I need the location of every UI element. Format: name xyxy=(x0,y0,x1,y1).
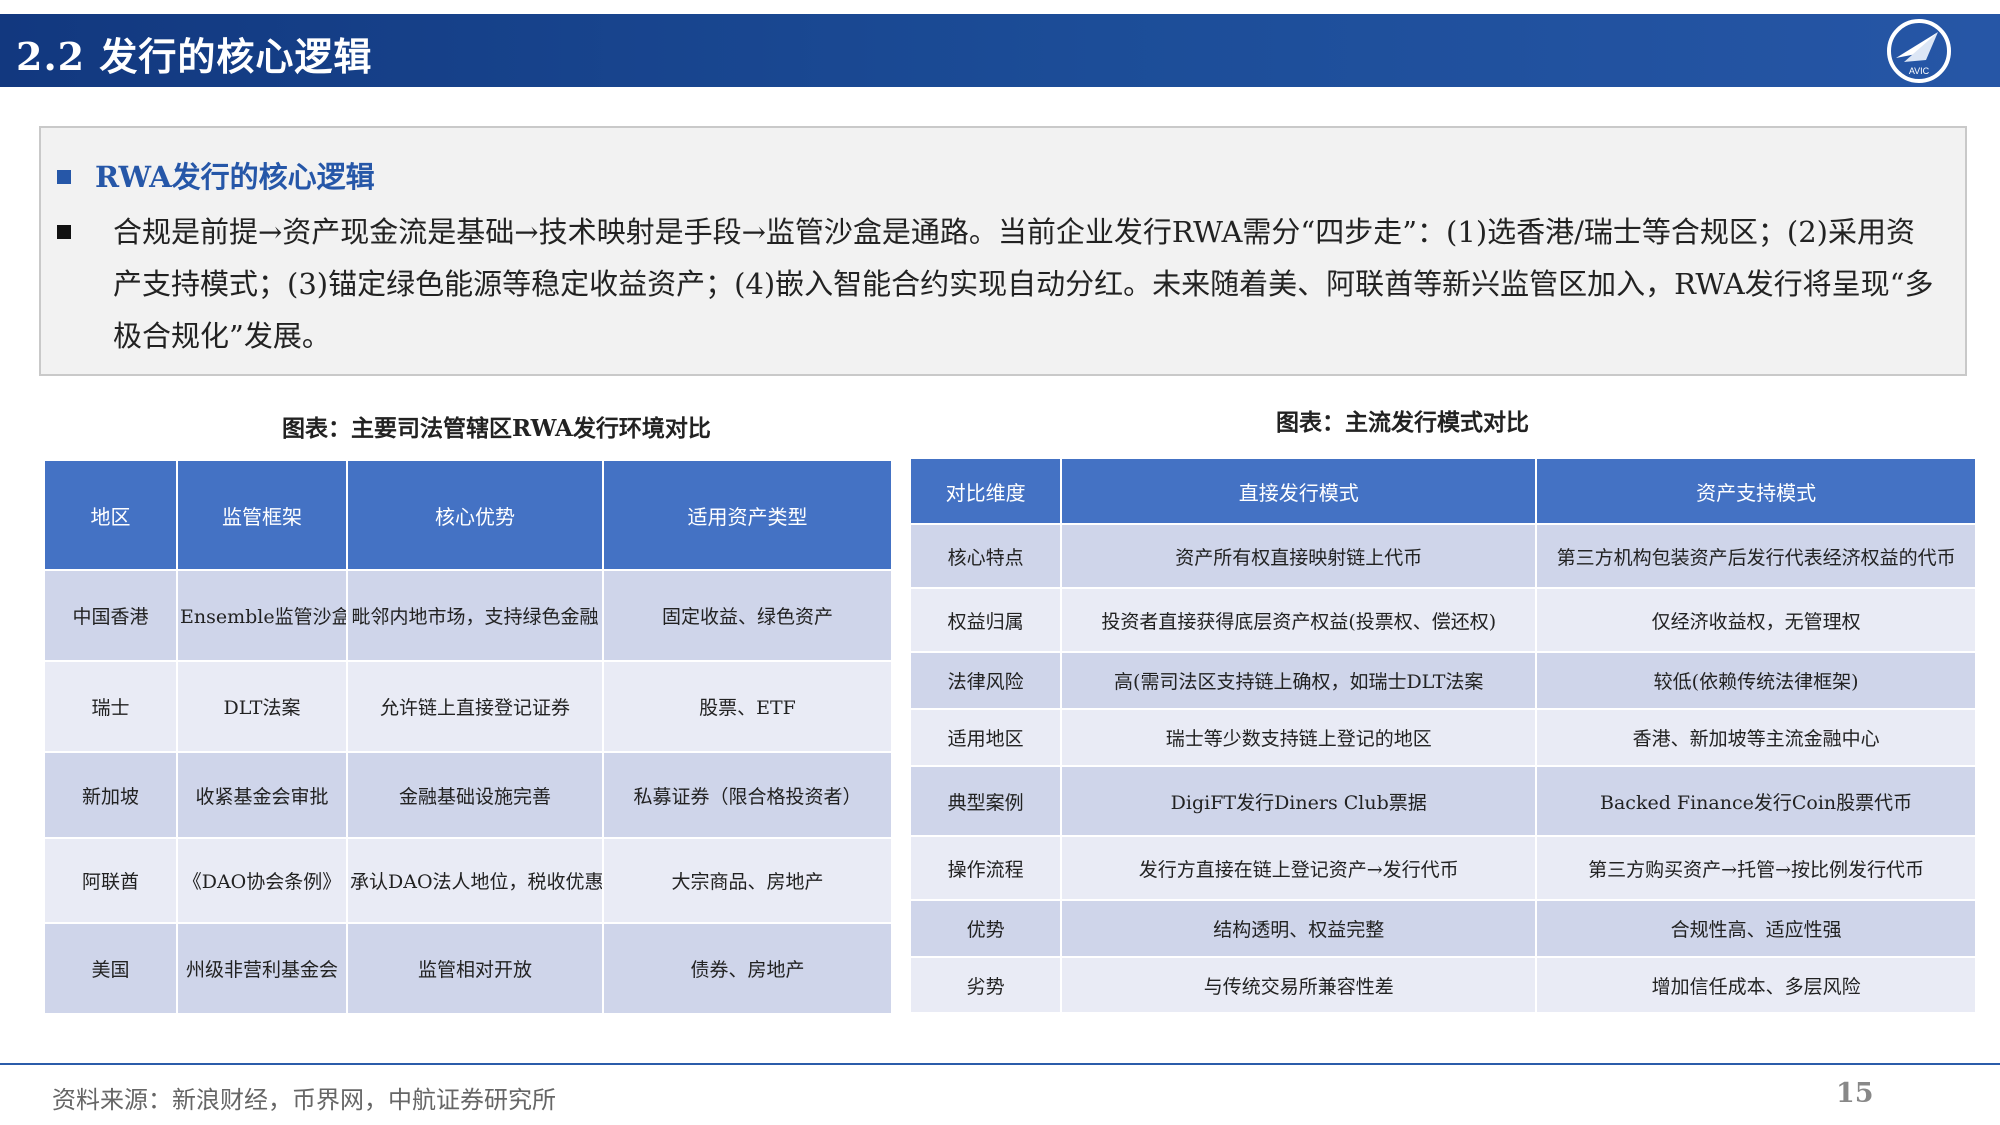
table-row: 新加坡 收紧基金会审批 金融基础设施完善 私募证券（限合格投资者） xyxy=(45,753,891,837)
table-row: 适用地区 瑞士等少数支持链上登记的地区 香港、新加坡等主流金融中心 xyxy=(911,710,1975,765)
jurisdiction-table: 地区 监管框架 核心优势 适用资产类型 中国香港 Ensemble监管沙盒 毗邻… xyxy=(43,459,893,1015)
table-row: 优势 结构透明、权益完整 合规性高、适应性强 xyxy=(911,901,1975,956)
table-cell: 适用地区 xyxy=(911,710,1061,765)
table-cell: 金融基础设施完善 xyxy=(348,753,602,837)
summary-box: RWA发行的核心逻辑 合规是前提→资产现金流是基础→技术映射是手段→监管沙盒是通… xyxy=(39,126,1967,376)
table-row: 瑞士 DLT法案 允许链上直接登记证券 股票、ETF xyxy=(45,662,891,751)
table-cell: 固定收益、绿色资产 xyxy=(604,571,891,660)
table-cell: 允许链上直接登记证券 xyxy=(348,662,602,751)
logo-text: AVIC xyxy=(1909,66,1930,76)
column-header: 对比维度 xyxy=(911,459,1061,523)
square-bullet-icon xyxy=(57,225,71,239)
page-title: 2.2 发行的核心逻辑 xyxy=(16,34,373,79)
table-cell: 第三方机构包装资产后发行代表经济权益的代币 xyxy=(1537,525,1975,587)
table-cell: 典型案例 xyxy=(911,767,1061,835)
column-header: 资产支持模式 xyxy=(1537,459,1975,523)
table-cell: 发行方直接在链上登记资产→发行代币 xyxy=(1062,837,1536,899)
header-bar: 2.2 发行的核心逻辑 AVIC xyxy=(0,14,2000,87)
page-number: 15 xyxy=(1836,1078,1874,1109)
table-cell: 承认DAO法人地位，税收优惠 xyxy=(348,839,602,922)
table-cell: 合规性高、适应性强 xyxy=(1537,901,1975,956)
table-row: 权益归属 投资者直接获得底层资产权益(投票权、偿还权) 仅经济收益权，无管理权 xyxy=(911,589,1975,651)
table-header-row: 对比维度 直接发行模式 资产支持模式 xyxy=(911,459,1975,523)
column-header: 监管框架 xyxy=(178,461,346,569)
table-cell: 《DAO协会条例》 xyxy=(178,839,346,922)
table-cell: 与传统交易所兼容性差 xyxy=(1062,958,1536,1012)
table-cell: 收紧基金会审批 xyxy=(178,753,346,837)
table-cell: 优势 xyxy=(911,901,1061,956)
column-header: 核心优势 xyxy=(348,461,602,569)
table-cell: 州级非营利基金会 xyxy=(178,924,346,1013)
table-cell: 权益归属 xyxy=(911,589,1061,651)
table-cell: 核心特点 xyxy=(911,525,1061,587)
table-row: 操作流程 发行方直接在链上登记资产→发行代币 第三方购买资产→托管→按比例发行代… xyxy=(911,837,1975,899)
table-cell: 较低(依赖传统法律框架) xyxy=(1537,653,1975,708)
table-cell: 大宗商品、房地产 xyxy=(604,839,891,922)
table-cell: DigiFT发行Diners Club票据 xyxy=(1062,767,1536,835)
footer-divider xyxy=(0,1063,2000,1065)
column-header: 地区 xyxy=(45,461,176,569)
table-cell: 投资者直接获得底层资产权益(投票权、偿还权) xyxy=(1062,589,1536,651)
table-cell: 阿联酋 xyxy=(45,839,176,922)
table-cell: 资产所有权直接映射链上代币 xyxy=(1062,525,1536,587)
table-cell: 瑞士 xyxy=(45,662,176,751)
table-cell: 私募证券（限合格投资者） xyxy=(604,753,891,837)
table-cell: Ensemble监管沙盒 xyxy=(178,571,346,660)
table-row: 法律风险 高(需司法区支持链上确权，如瑞士DLT法案 较低(依赖传统法律框架) xyxy=(911,653,1975,708)
table-cell: 美国 xyxy=(45,924,176,1013)
table-cell: 仅经济收益权，无管理权 xyxy=(1537,589,1975,651)
summary-paragraph-text: 合规是前提→资产现金流是基础→技术映射是手段→监管沙盒是通路。当前企业发行RWA… xyxy=(113,215,1934,353)
table-cell: 结构透明、权益完整 xyxy=(1062,901,1536,956)
table-cell: 操作流程 xyxy=(911,837,1061,899)
column-header: 适用资产类型 xyxy=(604,461,891,569)
table-cell: 中国香港 xyxy=(45,571,176,660)
summary-heading: RWA发行的核心逻辑 xyxy=(57,154,375,196)
table-row: 核心特点 资产所有权直接映射链上代币 第三方机构包装资产后发行代表经济权益的代币 xyxy=(911,525,1975,587)
table-row: 美国 州级非营利基金会 监管相对开放 债券、房地产 xyxy=(45,924,891,1013)
table-row: 中国香港 Ensemble监管沙盒 毗邻内地市场，支持绿色金融 固定收益、绿色资… xyxy=(45,571,891,660)
table-cell: Backed Finance发行Coin股票代币 xyxy=(1537,767,1975,835)
table-cell: 监管相对开放 xyxy=(348,924,602,1013)
table-cell: 债券、房地产 xyxy=(604,924,891,1013)
table-cell: 香港、新加坡等主流金融中心 xyxy=(1537,710,1975,765)
issuance-mode-table: 对比维度 直接发行模式 资产支持模式 核心特点 资产所有权直接映射链上代币 第三… xyxy=(909,457,1977,1014)
table-cell: 毗邻内地市场，支持绿色金融 xyxy=(348,571,602,660)
source-note: 资料来源：新浪财经，币界网，中航证券研究所 xyxy=(52,1086,556,1114)
table-cell: DLT法案 xyxy=(178,662,346,751)
summary-heading-text: RWA发行的核心逻辑 xyxy=(95,160,375,194)
column-header: 直接发行模式 xyxy=(1062,459,1536,523)
table-cell: 瑞士等少数支持链上登记的地区 xyxy=(1062,710,1536,765)
table-cell: 劣势 xyxy=(911,958,1061,1012)
table-row: 阿联酋 《DAO协会条例》 承认DAO法人地位，税收优惠 大宗商品、房地产 xyxy=(45,839,891,922)
table-cell: 第三方购买资产→托管→按比例发行代币 xyxy=(1537,837,1975,899)
table-cell: 增加信任成本、多层风险 xyxy=(1537,958,1975,1012)
right-table-caption: 图表：主流发行模式对比 xyxy=(1276,409,1529,436)
summary-paragraph: 合规是前提→资产现金流是基础→技术映射是手段→监管沙盒是通路。当前企业发行RWA… xyxy=(57,206,1937,362)
table-row: 劣势 与传统交易所兼容性差 增加信任成本、多层风险 xyxy=(911,958,1975,1012)
avic-logo-icon: AVIC xyxy=(1887,19,1951,83)
table-cell: 高(需司法区支持链上确权，如瑞士DLT法案 xyxy=(1062,653,1536,708)
table-header-row: 地区 监管框架 核心优势 适用资产类型 xyxy=(45,461,891,569)
table-row: 典型案例 DigiFT发行Diners Club票据 Backed Financ… xyxy=(911,767,1975,835)
table-cell: 股票、ETF xyxy=(604,662,891,751)
table-cell: 新加坡 xyxy=(45,753,176,837)
left-table-caption: 图表：主要司法管辖区RWA发行环境对比 xyxy=(282,415,711,442)
square-bullet-icon xyxy=(57,170,71,184)
table-cell: 法律风险 xyxy=(911,653,1061,708)
